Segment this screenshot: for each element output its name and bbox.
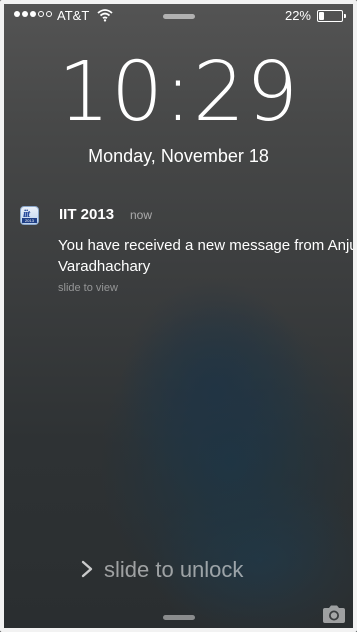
slide-to-unlock-label: slide to unlock	[104, 557, 244, 582]
iit-2013-app-icon: iit 2013	[20, 206, 39, 225]
notification-app-name: IIT 2013	[59, 206, 115, 223]
notification-message: You have received a new message from Anj…	[58, 237, 357, 275]
carrier-label: AT&T	[57, 8, 90, 23]
control-center-grabber[interactable]	[162, 615, 195, 620]
chevron-right-icon	[81, 560, 93, 578]
lock-screen: AT&T 22% 10:29 Monday, November 18 iit 2…	[0, 0, 357, 632]
battery-percent: 22%	[284, 8, 311, 23]
battery-icon	[317, 10, 346, 22]
notification-center-grabber[interactable]	[162, 14, 195, 19]
status-bar: AT&T 22%	[10, 8, 347, 26]
notification-time: now	[130, 208, 153, 222]
battery-level-fill	[319, 12, 324, 20]
signal-strength-icon	[14, 11, 52, 17]
clock-date: Monday, November 18	[88, 146, 269, 166]
camera-icon[interactable]	[321, 604, 347, 624]
clock-time: 10:29	[57, 45, 300, 140]
notification-slide-hint: slide to view	[58, 282, 118, 294]
wifi-icon	[97, 9, 113, 22]
